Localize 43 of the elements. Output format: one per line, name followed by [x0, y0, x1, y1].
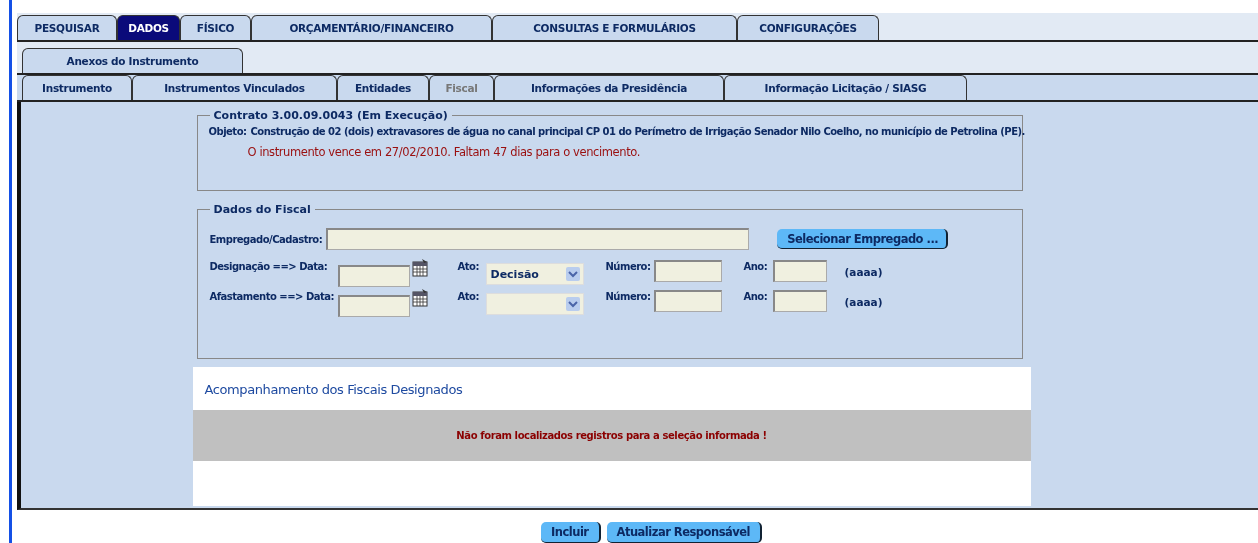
- tab[interactable]: Informações da Presidência: [494, 75, 724, 101]
- date-field[interactable]: [337, 295, 410, 318]
- field-label: Afastamento ==> Data:: [209, 291, 335, 303]
- act-dropdown[interactable]: Decisão: [485, 263, 584, 286]
- field-label: Número:: [605, 291, 652, 303]
- tab[interactable]: Instrumentos Vinculados: [132, 75, 337, 101]
- fieldset-legend: Contrato 3.00.09.0043 (Em Execução): [209, 109, 452, 123]
- action-button[interactable]: Atualizar Responsável: [606, 522, 763, 543]
- field-label: Ato:: [457, 261, 480, 273]
- format-hint: (aaaa): [844, 266, 883, 279]
- tab[interactable]: CONFIGURAÇÕES: [737, 14, 879, 40]
- date-field[interactable]: [337, 265, 410, 288]
- employee-field[interactable]: [326, 228, 750, 251]
- tab[interactable]: PESQUISAR: [17, 14, 117, 40]
- section-title: Acompanhamento dos Fiscais Designados: [203, 381, 464, 400]
- number-field[interactable]: [653, 290, 722, 313]
- year-field[interactable]: [772, 260, 827, 283]
- empty-message: Não foram localizados registros para a seleção informada !: [456, 430, 767, 442]
- object-label: Objeto:: [208, 126, 247, 138]
- field-label: Ano:: [743, 291, 769, 303]
- action-button[interactable]: Incluir: [540, 522, 601, 543]
- year-field[interactable]: [772, 290, 827, 313]
- calendar-icon[interactable]: [411, 289, 428, 308]
- fieldset-legend: Dados do Fiscal: [209, 203, 315, 217]
- tab[interactable]: CONSULTAS E FORMULÁRIOS: [492, 14, 737, 40]
- tab[interactable]: Informação Licitação / SIASG: [724, 75, 967, 101]
- tab[interactable]: Instrumento: [22, 75, 132, 101]
- field-label: Designação ==> Data:: [209, 261, 329, 273]
- field-label: Número:: [605, 261, 652, 273]
- format-hint: (aaaa): [844, 296, 883, 309]
- expiry-warning: O instrumento vence em 27/02/2010. Faltam 47 dias para o vencimento.: [247, 145, 641, 160]
- tab[interactable]: Anexos do Instrumento: [22, 47, 243, 73]
- field-label: Ano:: [743, 261, 769, 273]
- number-field[interactable]: [653, 260, 722, 283]
- tab[interactable]: Entidades: [337, 75, 429, 101]
- tab[interactable]: FÍSICO: [180, 14, 251, 40]
- tab[interactable]: DADOS: [117, 14, 180, 40]
- object-text: Construção de 02 (dois) extravasores de água no canal principal CP 01 do Perímetro de Irrigação Senador Nilo Coelho, no município de Petrolina (PE).: [250, 126, 1025, 138]
- field-label: Ato:: [457, 291, 480, 303]
- calendar-icon[interactable]: [411, 259, 428, 278]
- tab[interactable]: ORÇAMENTÁRIO/FINANCEIRO: [251, 14, 492, 40]
- select-employee-button[interactable]: Selecionar Empregado ...: [777, 229, 949, 250]
- field-label: Empregado/Cadastro:: [209, 234, 323, 245]
